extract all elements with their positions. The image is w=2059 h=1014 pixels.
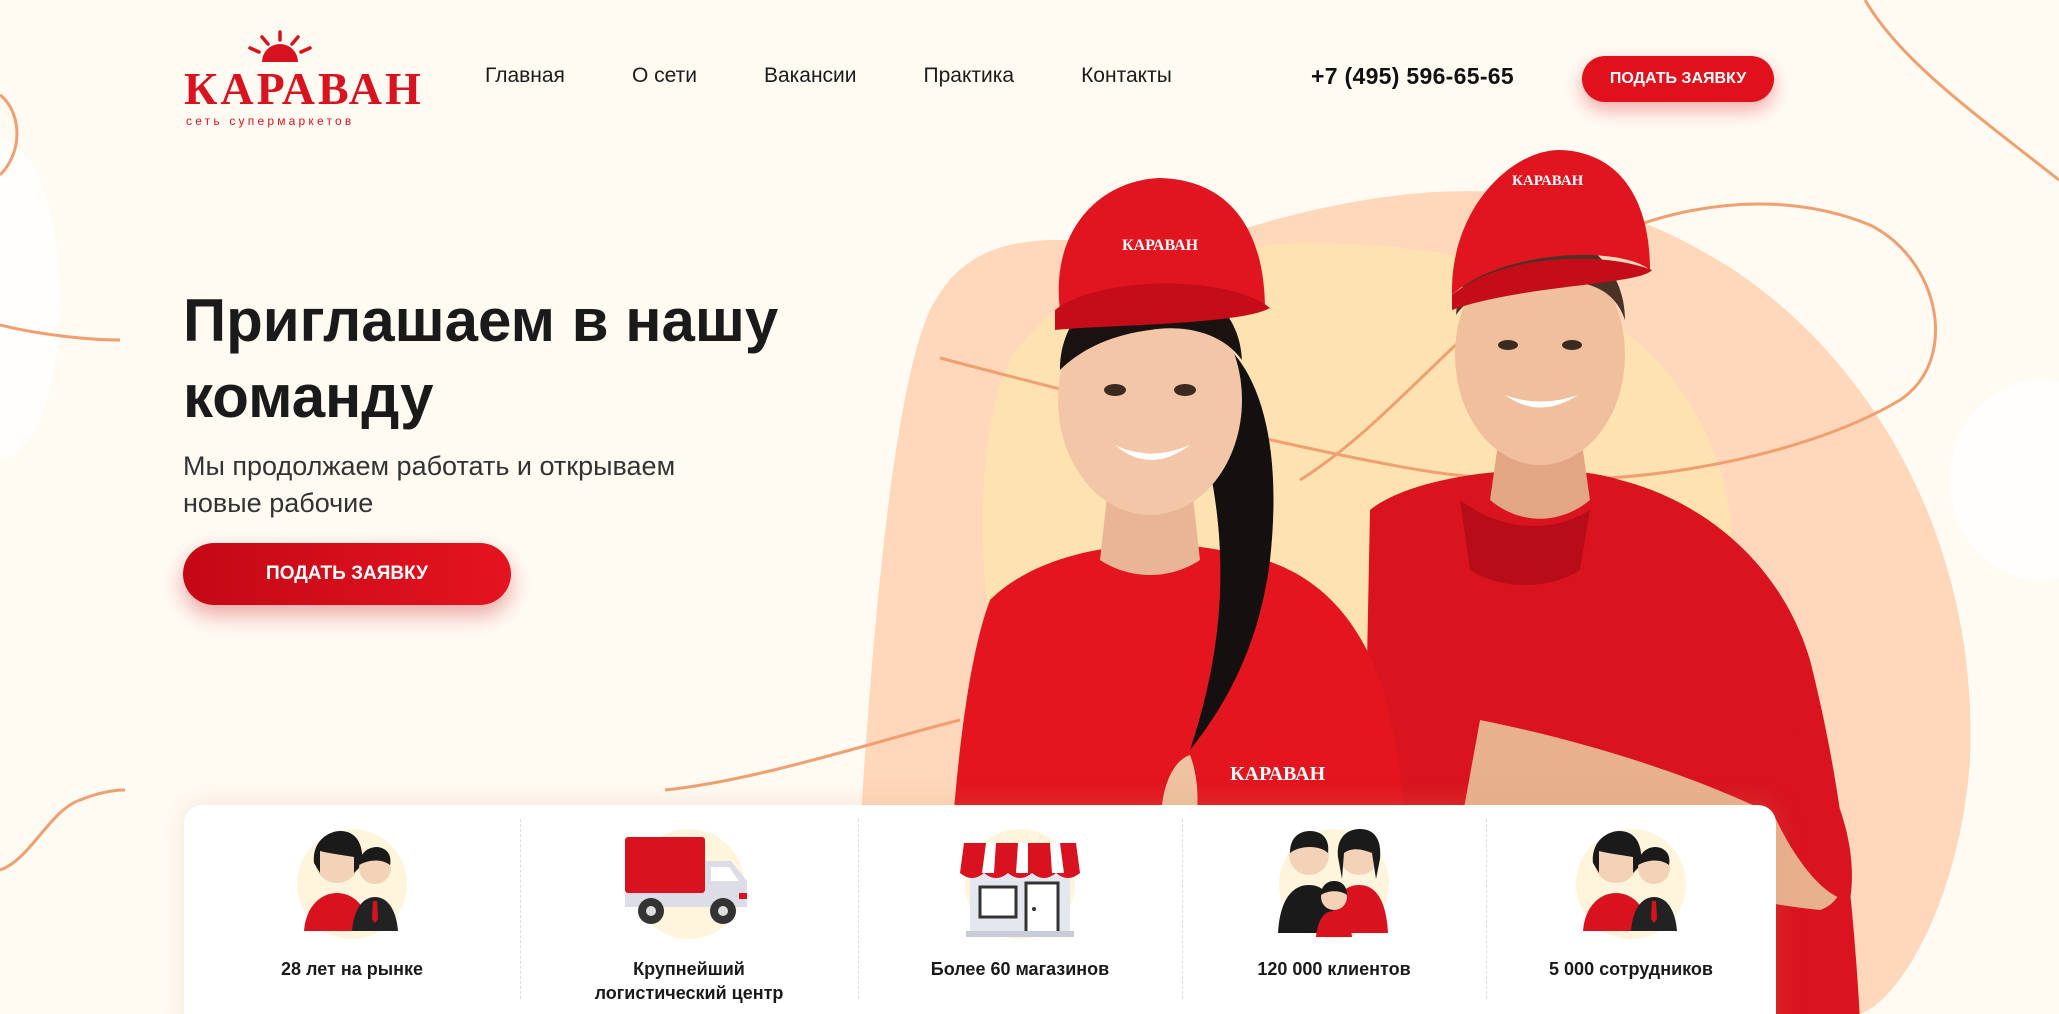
stat-item: 120 000 клиентов [1182, 805, 1486, 1014]
stats-panel: 28 лет на рынке Крупнейший логистический… [184, 805, 1776, 1014]
stat-item: Крупнейший логистический центр [520, 805, 858, 1014]
stat-label: 120 000 клиентов [1257, 959, 1411, 979]
nav-item-home[interactable]: Главная [485, 64, 565, 88]
brand-logo[interactable]: КАРАВАН сеть супермаркетов [180, 30, 421, 130]
page: КАРАВАН сеть супермаркетов Главная О сет… [0, 0, 2059, 1014]
stat-label: 28 лет на рынке [281, 959, 423, 979]
brand-tagline: сеть супермаркетов [186, 114, 355, 128]
apply-button-header[interactable]: ПОДАТЬ ЗАЯВКУ [1582, 56, 1774, 102]
cap-logo-text-woman: КАРАВАН [1122, 237, 1199, 254]
hero-subtitle: Мы продолжаем работать и открываем новые… [183, 451, 676, 518]
nav-item-contacts[interactable]: Контакты [1081, 64, 1172, 88]
brand-name: КАРАВАН [184, 63, 424, 114]
nav-item-practice[interactable]: Практика [924, 64, 1015, 88]
store-icon [950, 823, 1090, 953]
phone-number[interactable]: +7 (495) 596-65-65 [1311, 63, 1514, 90]
hero-title: Приглашаем в нашу команду [183, 287, 779, 430]
truck-icon [619, 823, 759, 953]
stat-item: Более 60 магазинов [858, 805, 1182, 1014]
main-nav: Главная О сети Вакансии Практика Контакт… [485, 64, 1172, 88]
apply-button-hero[interactable]: ПОДАТЬ ЗАЯВКУ [183, 543, 511, 605]
employees-icon [1561, 823, 1701, 953]
shirt-logo-text-woman: КАРАВАН [1230, 763, 1326, 785]
people-pair-icon [282, 823, 422, 953]
stat-label: Более 60 магазинов [930, 959, 1110, 979]
stat-label: 5 000 сотрудников [1549, 959, 1713, 979]
cap-logo-text-man: КАРАВАН [1512, 173, 1584, 189]
stat-item: 28 лет на рынке [184, 805, 520, 1014]
nav-item-about[interactable]: О сети [632, 64, 697, 88]
stat-label: Крупнейший логистический центр [594, 959, 784, 1003]
nav-item-vacancies[interactable]: Вакансии [764, 64, 857, 88]
stat-item: 5 000 сотрудников [1486, 805, 1776, 1014]
family-icon [1264, 823, 1404, 953]
